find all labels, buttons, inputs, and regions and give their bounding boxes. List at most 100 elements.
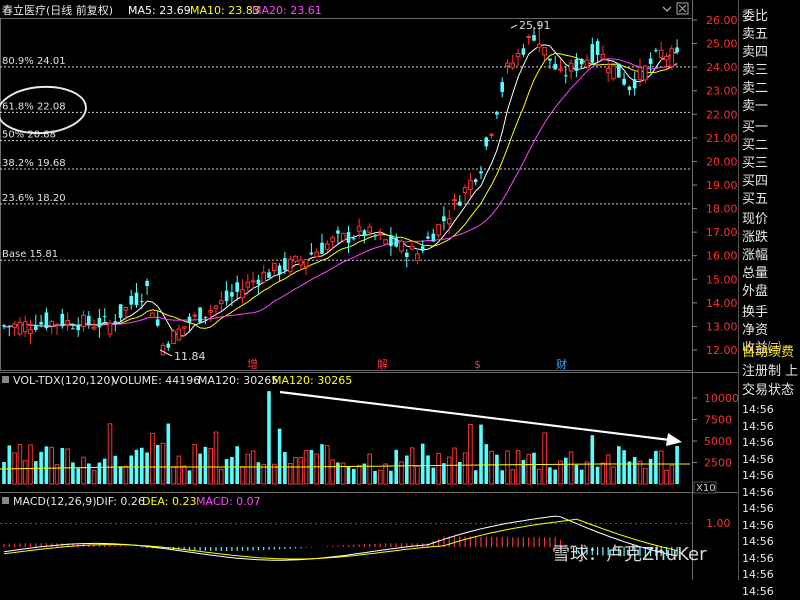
candle[interactable]: [198, 307, 202, 323]
candle[interactable]: [394, 238, 398, 247]
candle[interactable]: [362, 230, 367, 236]
volume-bar[interactable]: [664, 469, 669, 485]
volume-bar[interactable]: [240, 466, 245, 485]
candle[interactable]: [155, 319, 160, 326]
candle[interactable]: [113, 321, 118, 324]
candle[interactable]: [489, 133, 494, 136]
volume-bar[interactable]: [352, 468, 356, 484]
candle[interactable]: [293, 255, 298, 262]
volume-bar[interactable]: [113, 455, 118, 484]
volume-bar[interactable]: [230, 456, 234, 484]
volume-bar[interactable]: [495, 454, 499, 484]
candle[interactable]: [336, 230, 340, 234]
candle[interactable]: [505, 62, 510, 67]
candle[interactable]: [515, 52, 521, 58]
volume-bar[interactable]: [632, 456, 637, 484]
volume-bar[interactable]: [600, 462, 606, 485]
volume-bar[interactable]: [123, 465, 129, 485]
candle[interactable]: [484, 137, 489, 147]
candle[interactable]: [473, 179, 478, 183]
volume-bar[interactable]: [394, 449, 398, 484]
candle[interactable]: [160, 344, 166, 356]
volume-bar[interactable]: [17, 444, 23, 485]
volume-bar[interactable]: [118, 466, 123, 484]
volume-bar[interactable]: [548, 467, 552, 484]
candle[interactable]: [611, 65, 616, 80]
volume-bar[interactable]: [515, 450, 521, 485]
candle[interactable]: [65, 319, 70, 325]
volume-bar[interactable]: [521, 459, 526, 484]
volume-bar[interactable]: [213, 431, 219, 485]
candle[interactable]: [76, 324, 80, 331]
volume-bar[interactable]: [553, 469, 557, 484]
candle[interactable]: [526, 36, 532, 39]
volume-bar[interactable]: [484, 444, 489, 484]
candle[interactable]: [595, 41, 600, 55]
candle[interactable]: [431, 233, 436, 242]
volume-bar[interactable]: [224, 459, 229, 484]
candle[interactable]: [71, 328, 75, 330]
volume-bar[interactable]: [155, 444, 160, 484]
auto-renew-link[interactable]: 自动续费: [742, 344, 794, 361]
candle[interactable]: [352, 238, 356, 240]
candle[interactable]: [654, 50, 658, 52]
candle[interactable]: [617, 63, 621, 78]
volume-bar[interactable]: [44, 446, 49, 484]
volume-bar[interactable]: [314, 453, 319, 485]
volume-bar[interactable]: [675, 445, 679, 484]
candle[interactable]: [272, 262, 277, 272]
candle[interactable]: [187, 316, 192, 323]
volume-bar[interactable]: [87, 463, 91, 484]
volume-bar[interactable]: [637, 460, 643, 485]
volume-bar[interactable]: [542, 432, 547, 485]
candle[interactable]: [320, 242, 324, 254]
volume-bar[interactable]: [378, 469, 383, 485]
candle[interactable]: [2, 325, 6, 327]
candle[interactable]: [356, 226, 362, 232]
volume-bar[interactable]: [245, 453, 251, 485]
volume-settings-icon[interactable]: [2, 376, 9, 383]
volume-bar[interactable]: [277, 428, 282, 484]
volume-bar[interactable]: [648, 458, 653, 484]
candle[interactable]: [39, 322, 43, 325]
candle[interactable]: [303, 259, 309, 268]
volume-bar[interactable]: [617, 446, 621, 484]
candle[interactable]: [49, 320, 55, 327]
candle[interactable]: [643, 65, 648, 81]
volume-bar[interactable]: [462, 452, 468, 485]
volume-bar[interactable]: [510, 469, 516, 485]
candle[interactable]: [140, 301, 144, 303]
volume-bar[interactable]: [584, 461, 590, 485]
volume-bar[interactable]: [22, 460, 28, 485]
candle[interactable]: [150, 312, 155, 318]
volume-bar[interactable]: [60, 448, 65, 484]
volume-bar[interactable]: [129, 455, 133, 484]
volume-bar[interactable]: [34, 461, 38, 484]
candle[interactable]: [532, 35, 536, 41]
event-marker-3[interactable]: $: [474, 358, 481, 371]
candle[interactable]: [537, 43, 542, 48]
volume-bar[interactable]: [140, 447, 144, 484]
candle[interactable]: [129, 295, 133, 305]
volume-bar[interactable]: [426, 455, 430, 484]
candle[interactable]: [389, 234, 393, 246]
volume-bar[interactable]: [526, 453, 532, 485]
volume-bar[interactable]: [389, 470, 393, 484]
volume-bar[interactable]: [81, 456, 86, 485]
candle[interactable]: [479, 171, 483, 174]
candle[interactable]: [648, 58, 653, 64]
volume-bar[interactable]: [399, 461, 404, 485]
candle[interactable]: [203, 316, 208, 318]
candle[interactable]: [118, 304, 123, 318]
volume-bar[interactable]: [49, 446, 55, 485]
volume-bar[interactable]: [436, 452, 441, 485]
candle[interactable]: [230, 292, 234, 297]
volume-bar[interactable]: [166, 423, 171, 484]
volume-bar[interactable]: [373, 470, 377, 484]
candle[interactable]: [330, 237, 335, 243]
volume-bar[interactable]: [611, 466, 616, 485]
candle[interactable]: [245, 281, 251, 288]
candle[interactable]: [420, 246, 425, 251]
candle[interactable]: [44, 312, 49, 329]
candle[interactable]: [669, 48, 675, 68]
